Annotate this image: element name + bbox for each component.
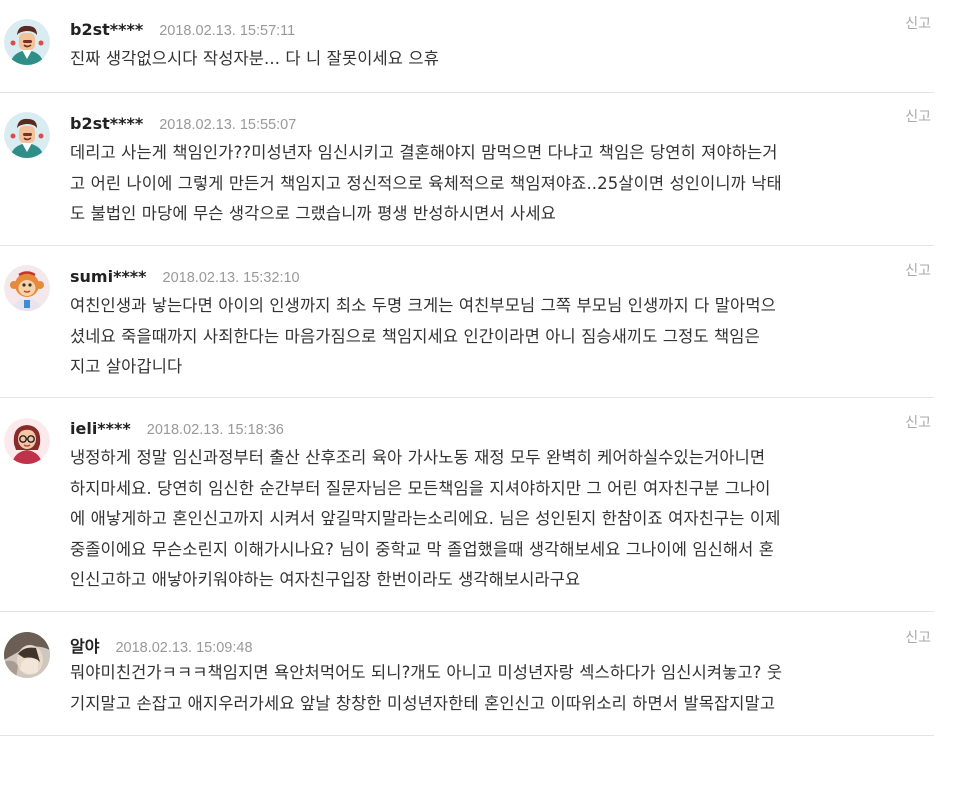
comment-line: 고 어린 나이에 그렇게 만든거 책임지고 정신적으로 육체적으로 책임져야죠.…: [70, 173, 782, 193]
comment-line: 지고 살아갑니다: [70, 357, 183, 376]
comment-line: 데리고 사는게 책임인가??미성년자 임신시키고 결혼해야지 맘먹으면 다냐고 …: [70, 143, 778, 162]
comment-nickname[interactable]: sumi****: [70, 267, 147, 286]
doctor-avatar-icon[interactable]: [4, 19, 50, 65]
doctor-avatar-icon[interactable]: [4, 112, 50, 158]
comment-datetime: 2018.02.13. 15:18:36: [146, 422, 284, 438]
report-link[interactable]: 신고: [905, 412, 931, 432]
photo-avatar-icon[interactable]: [4, 632, 50, 678]
comment-line: 냉정하게 정말 임신과정부터 출산 산후조리 육아 가사노동 재정 모두 완벽히…: [70, 448, 766, 467]
comment-line: 셨네요 죽을때까지 사죄한다는 마음가짐으로 책임지세요 인간이라면 아니 짐승…: [70, 326, 760, 346]
comment-nickname[interactable]: b2st****: [70, 20, 143, 39]
comment-nickname[interactable]: b2st****: [70, 114, 143, 133]
comment-line: 인신고하고 애낳아키워야하는 여자친구입장 한번이라도 생각해보시라구요: [70, 570, 581, 589]
comment-text: 뭐야미친건가ㅋㅋㅋ책임지면 욕안처먹어도 되니?개도 아니고 미성년자랑 섹스하…: [70, 658, 932, 719]
comment-item: sumi**** 2018.02.13. 15:32:10 신고 여친인생과 낳…: [0, 245, 934, 398]
comment-line: 하지마세요. 당연히 임신한 순간부터 질문자님은 모든책임을 지셔야하지만 그…: [70, 478, 771, 498]
monkey-avatar-icon[interactable]: [4, 265, 50, 311]
comment-line: 여친인생과 낳는다면 아이의 인생까지 최소 두명 크게는 여친부모님 그쪽 부…: [70, 296, 776, 315]
comment-text: 진짜 생각없으시다 작성자분... 다 니 잘못이세요 으휴: [70, 44, 932, 75]
comment-line: 에 애낳게하고 혼인신고까지 시켜서 앞길막지말라는소리에요. 님은 성인된지 …: [70, 509, 781, 528]
comment-nickname[interactable]: ieli****: [70, 419, 131, 438]
comment-item: 알야 2018.02.13. 15:09:48 신고 뭐야미친건가ㅋㅋㅋ책임지면…: [0, 611, 934, 736]
comment-nickname[interactable]: 알야: [70, 633, 99, 657]
comment-datetime: 2018.02.13. 15:09:48: [115, 640, 253, 656]
comment-datetime: 2018.02.13. 15:55:07: [159, 117, 297, 133]
comment-datetime: 2018.02.13. 15:57:11: [159, 23, 296, 39]
comment-line: 도 불법인 마당에 무슨 생각으로 그랬습니까 평생 반성하시면서 사세요: [70, 204, 556, 223]
comment-line: 뭐야미친건가ㅋㅋㅋ책임지면 욕안처먹어도 되니?개도 아니고 미성년자랑 섹스하…: [70, 663, 783, 682]
comment-text: 데리고 사는게 책임인가??미성년자 임신시키고 결혼해야지 맘먹으면 다냐고 …: [70, 138, 932, 230]
comment-item: ieli**** 2018.02.13. 15:18:36 신고 냉정하게 정말…: [0, 397, 934, 612]
comment-line: 기지말고 손잡고 애지우러가세요 앞날 창창한 미성년자한테 혼인신고 이따위소…: [70, 693, 776, 713]
comment-item: b2st**** 2018.02.13. 15:57:11 신고 진짜 생각없으…: [0, 0, 934, 93]
report-link[interactable]: 신고: [905, 627, 931, 647]
comment-line: 중졸이에요 무슨소린지 이해가시나요? 님이 중학교 막 졸업했을때 생각해보세…: [70, 539, 775, 559]
report-link[interactable]: 신고: [905, 106, 931, 126]
glasses-woman-avatar-icon[interactable]: [4, 418, 50, 464]
comment-text: 여친인생과 낳는다면 아이의 인생까지 최소 두명 크게는 여친부모님 그쪽 부…: [70, 291, 932, 383]
report-link[interactable]: 신고: [905, 13, 931, 33]
comment-text: 냉정하게 정말 임신과정부터 출산 산후조리 육아 가사노동 재정 모두 완벽히…: [70, 443, 932, 596]
comment-datetime: 2018.02.13. 15:32:10: [162, 270, 300, 286]
comment-line: 진짜 생각없으시다 작성자분... 다 니 잘못이세요 으휴: [70, 49, 439, 68]
report-link[interactable]: 신고: [905, 260, 931, 280]
comment-item: b2st**** 2018.02.13. 15:55:07 신고 데리고 사는게…: [0, 92, 934, 246]
